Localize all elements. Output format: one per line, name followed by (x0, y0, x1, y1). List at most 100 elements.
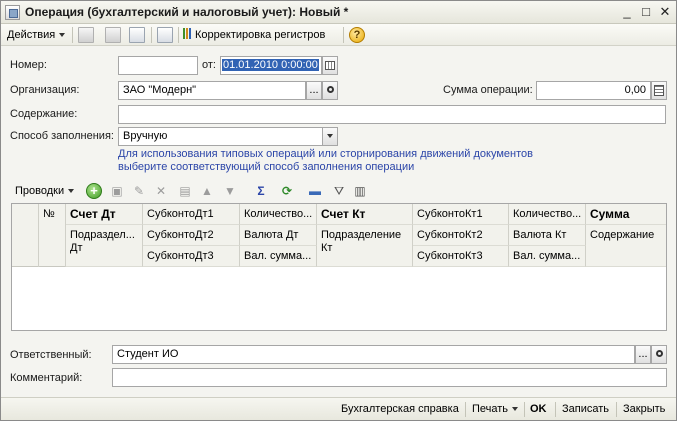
fill-method-label: Способ заполнения: (10, 130, 114, 142)
end-edit-icon[interactable]: ▤ (178, 184, 192, 198)
col-cur-dt-header[interactable]: Валюта Дт (240, 225, 317, 246)
organization-label: Организация: (10, 84, 80, 96)
fill-method-select[interactable]: Вручную (118, 127, 323, 146)
organization-select-button[interactable]: ... (306, 81, 322, 100)
sum-icon[interactable]: Σ (251, 184, 271, 198)
col-div-kt-header[interactable]: Подразделение Кт (317, 225, 413, 267)
col-sub-dt3-header[interactable]: СубконтоДт3 (143, 246, 240, 267)
window-title: Операция (бухгалтерский и налоговый учет… (25, 5, 349, 19)
number-field[interactable] (118, 56, 198, 75)
bottombar-separator (616, 402, 617, 417)
minimize-button[interactable]: _ (618, 4, 636, 20)
maximize-button[interactable]: □ (637, 4, 655, 20)
date-label: от: (202, 59, 216, 71)
sum-label: Сумма операции: (443, 84, 533, 96)
number-label: Номер: (10, 59, 47, 71)
entries-menu[interactable]: Проводки (15, 183, 75, 199)
document-icon (5, 5, 20, 20)
calendar-button[interactable] (322, 56, 338, 75)
close-button[interactable]: Закрыть (623, 402, 665, 417)
col-acc-kt-header[interactable]: Счет Кт (317, 204, 413, 225)
move-down-icon[interactable]: ▼ (223, 184, 237, 198)
col-sum-header[interactable]: Сумма (586, 204, 666, 225)
refresh-document-icon[interactable] (129, 27, 145, 43)
bottombar-separator (524, 402, 525, 417)
filter-icon[interactable]: ⛛ (332, 184, 346, 198)
row-marker-column (12, 204, 39, 267)
col-qty-dt-header[interactable]: Количество... (240, 204, 317, 225)
col-cursum-dt-header[interactable]: Вал. сумма... (240, 246, 317, 267)
col-acc-dt-header[interactable]: Счет Дт (66, 204, 143, 225)
registers-icon (183, 28, 192, 39)
chevron-down-icon (327, 134, 333, 139)
title-bar: Операция (бухгалтерский и налоговый учет… (1, 1, 676, 24)
bottombar-separator (465, 402, 466, 417)
organization-field[interactable]: ЗАО "Модерн" (118, 81, 306, 100)
main-toolbar: Действия Корректировка регистров ? (1, 24, 676, 46)
col-sub-kt2-header[interactable]: СубконтоКт2 (413, 225, 509, 246)
add-entry-button[interactable]: + (86, 183, 102, 199)
print-menu-label: Печать (472, 403, 509, 415)
col-div-dt-header[interactable]: Подраздел... Дт (66, 225, 143, 267)
col-cur-kt-header[interactable]: Валюта Кт (509, 225, 586, 246)
calendar-icon (325, 61, 335, 70)
col-content-header[interactable]: Содержание (586, 225, 666, 267)
chevron-down-icon (512, 407, 519, 412)
fill-method-dropdown-button[interactable] (322, 127, 338, 146)
refresh-icon[interactable]: ⟳ (280, 184, 294, 198)
responsible-field[interactable]: Студент ИО (112, 345, 635, 364)
responsible-open-button[interactable] (651, 345, 667, 364)
toolbar-separator (178, 27, 179, 43)
move-up-icon[interactable]: ▲ (200, 184, 214, 198)
fill-method-hint-line2: выберите соответствующий способ заполнен… (118, 161, 415, 173)
date-field[interactable]: 01.01.2010 0:00:00 (220, 56, 322, 75)
chevron-down-icon (59, 33, 66, 38)
close-window-button[interactable]: ✕ (656, 4, 674, 20)
date-value: 01.01.2010 0:00:00 (222, 59, 319, 71)
entries-table[interactable]: № Счет Дт Подраздел... Дт СубконтоДт1 Су… (11, 203, 667, 331)
fill-method-hint-line1: Для использования типовых операций или с… (118, 148, 533, 160)
ok-button[interactable]: OK (530, 402, 547, 417)
col-sub-dt2-header[interactable]: СубконтоДт2 (143, 225, 240, 246)
structure-icon[interactable] (105, 27, 121, 43)
chevron-down-icon (68, 189, 75, 194)
correct-registers-label: Корректировка регистров (195, 29, 326, 41)
correct-registers-button[interactable]: Корректировка регистров (183, 27, 325, 43)
responsible-select-button[interactable]: ... (635, 345, 651, 364)
save-button[interactable]: Записать (562, 402, 609, 417)
col-qty-kt-header[interactable]: Количество... (509, 204, 586, 225)
set-interval-icon[interactable]: ▬ (308, 184, 322, 198)
calculator-button[interactable] (651, 81, 667, 100)
help-button[interactable]: ? (349, 27, 365, 43)
accounting-report-button[interactable]: Бухгалтерская справка (341, 402, 459, 417)
table-header: № Счет Дт Подраздел... Дт СубконтоДт1 Су… (12, 204, 666, 267)
comment-field[interactable] (112, 368, 667, 387)
sum-field[interactable]: 0,00 (536, 81, 651, 100)
edit-entry-icon[interactable]: ✎ (132, 184, 146, 198)
calculator-icon (654, 85, 664, 96)
col-sub-kt1-header[interactable]: СубконтоКт1 (413, 204, 509, 225)
col-sub-dt1-header[interactable]: СубконтоДт1 (143, 204, 240, 225)
bottombar-separator (555, 402, 556, 417)
search-icon (326, 86, 334, 93)
content-label: Содержание: (10, 108, 78, 120)
col-num-header[interactable]: № (39, 204, 66, 267)
copy-entry-icon[interactable]: ▣ (110, 184, 124, 198)
content-field[interactable] (118, 105, 666, 124)
entries-menu-label: Проводки (15, 185, 65, 197)
actions-menu[interactable]: Действия (7, 27, 66, 43)
delete-entry-icon[interactable]: ✕ (154, 184, 168, 198)
responsible-label: Ответственный: (10, 349, 92, 361)
post-document-icon[interactable] (78, 27, 94, 43)
search-icon (655, 350, 663, 357)
report-icon[interactable] (157, 27, 173, 43)
comment-label: Комментарий: (10, 372, 83, 384)
organization-open-button[interactable] (322, 81, 338, 100)
print-menu[interactable]: Печать (472, 402, 519, 417)
toolbar-separator (343, 27, 344, 43)
col-sub-kt3-header[interactable]: СубконтоКт3 (413, 246, 509, 267)
col-cursum-kt-header[interactable]: Вал. сумма... (509, 246, 586, 267)
document-window: Операция (бухгалтерский и налоговый учет… (0, 0, 677, 421)
print-icon[interactable]: ▥ (353, 184, 367, 198)
actions-menu-label: Действия (7, 29, 56, 41)
